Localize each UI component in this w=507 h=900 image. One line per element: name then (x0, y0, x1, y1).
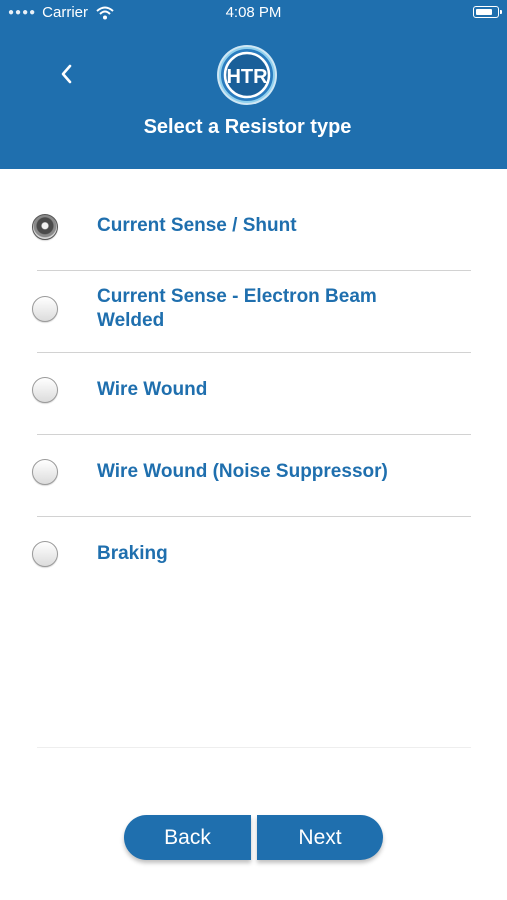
option-label: Wire Wound (97, 379, 208, 400)
logo-text: HTR (226, 66, 268, 88)
status-bar: ●●●● Carrier 4:08 PM (0, 0, 507, 26)
option-wire-wound-noise-suppressor[interactable]: Wire Wound (Noise Suppressor) (0, 435, 507, 517)
option-current-sense-shunt[interactable]: Current Sense / Shunt (0, 200, 507, 270)
back-button[interactable]: Back (124, 815, 251, 860)
option-current-sense-electron-beam-welded[interactable]: Current Sense - Electron Beam Welded (0, 271, 507, 353)
radio-button[interactable] (32, 459, 58, 485)
option-wire-wound[interactable]: Wire Wound (0, 353, 507, 435)
option-label: Wire Wound (Noise Suppressor) (97, 461, 388, 482)
option-label: Current Sense / Shunt (97, 215, 297, 236)
option-braking[interactable]: Braking (0, 517, 507, 593)
radio-button[interactable] (32, 541, 58, 567)
next-button[interactable]: Next (257, 815, 383, 860)
footer-divider (37, 747, 471, 748)
app-header: ●●●● Carrier 4:08 PM HTR Select a Resist… (0, 0, 507, 169)
status-time: 4:08 PM (225, 4, 282, 21)
radio-button[interactable] (32, 296, 58, 322)
battery-icon (473, 6, 502, 18)
htr-logo: HTR (217, 45, 277, 105)
option-label: Braking (97, 543, 168, 564)
page-title: Select a Resistor type (143, 116, 352, 138)
radio-button-selected[interactable] (32, 214, 58, 240)
radio-button[interactable] (32, 377, 58, 403)
back-chevron-icon[interactable] (55, 60, 79, 88)
option-label: Current Sense - Electron Beam Welded (97, 286, 377, 331)
